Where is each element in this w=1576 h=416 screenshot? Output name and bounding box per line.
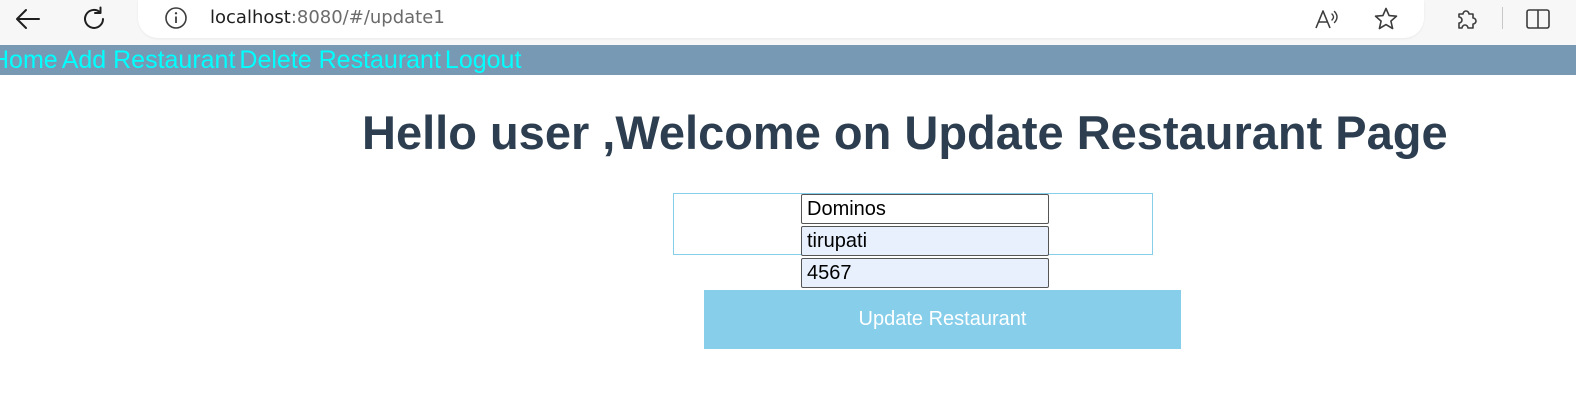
star-icon [1374,7,1398,30]
url-host: localhost [210,7,291,28]
reload-icon [84,6,104,29]
nav-add-restaurant-link[interactable]: Add Restaurant [62,46,236,74]
extensions-button[interactable] [1451,4,1483,34]
update-restaurant-button[interactable]: Update Restaurant [704,290,1181,349]
puzzle-icon [1458,10,1477,29]
back-arrow-icon [16,9,40,29]
read-aloud-button[interactable] [1311,4,1343,34]
reload-button[interactable] [74,2,114,36]
back-button[interactable] [8,2,48,36]
read-aloud-icon [1315,10,1338,29]
restaurant-location-input[interactable] [801,226,1049,256]
split-screen-icon [1526,9,1550,29]
restaurant-contact-input[interactable] [801,258,1049,288]
app-navbar: Home Add Restaurant Delete Restaurant Logou… [0,45,1576,75]
url-path: :8080/#/update1 [290,7,445,28]
site-info-icon[interactable] [164,6,188,30]
browser-toolbar: localhost:8080/#/update1 [0,0,1576,45]
toolbar-divider [1502,7,1503,29]
split-screen-button[interactable] [1522,4,1554,34]
nav-delete-restaurant-link[interactable]: Delete Restaurant [239,46,441,74]
address-bar[interactable]: localhost:8080/#/update1 [138,0,1424,38]
restaurant-name-input[interactable] [801,194,1049,224]
favorite-button[interactable] [1370,4,1402,34]
nav-logout-link[interactable]: Logout [445,46,521,74]
page-title: Hello user ,Welcome on Update Restaurant… [362,106,1448,159]
url-text[interactable]: localhost:8080/#/update1 [210,7,445,28]
nav-home-link[interactable]: Home [0,46,58,74]
